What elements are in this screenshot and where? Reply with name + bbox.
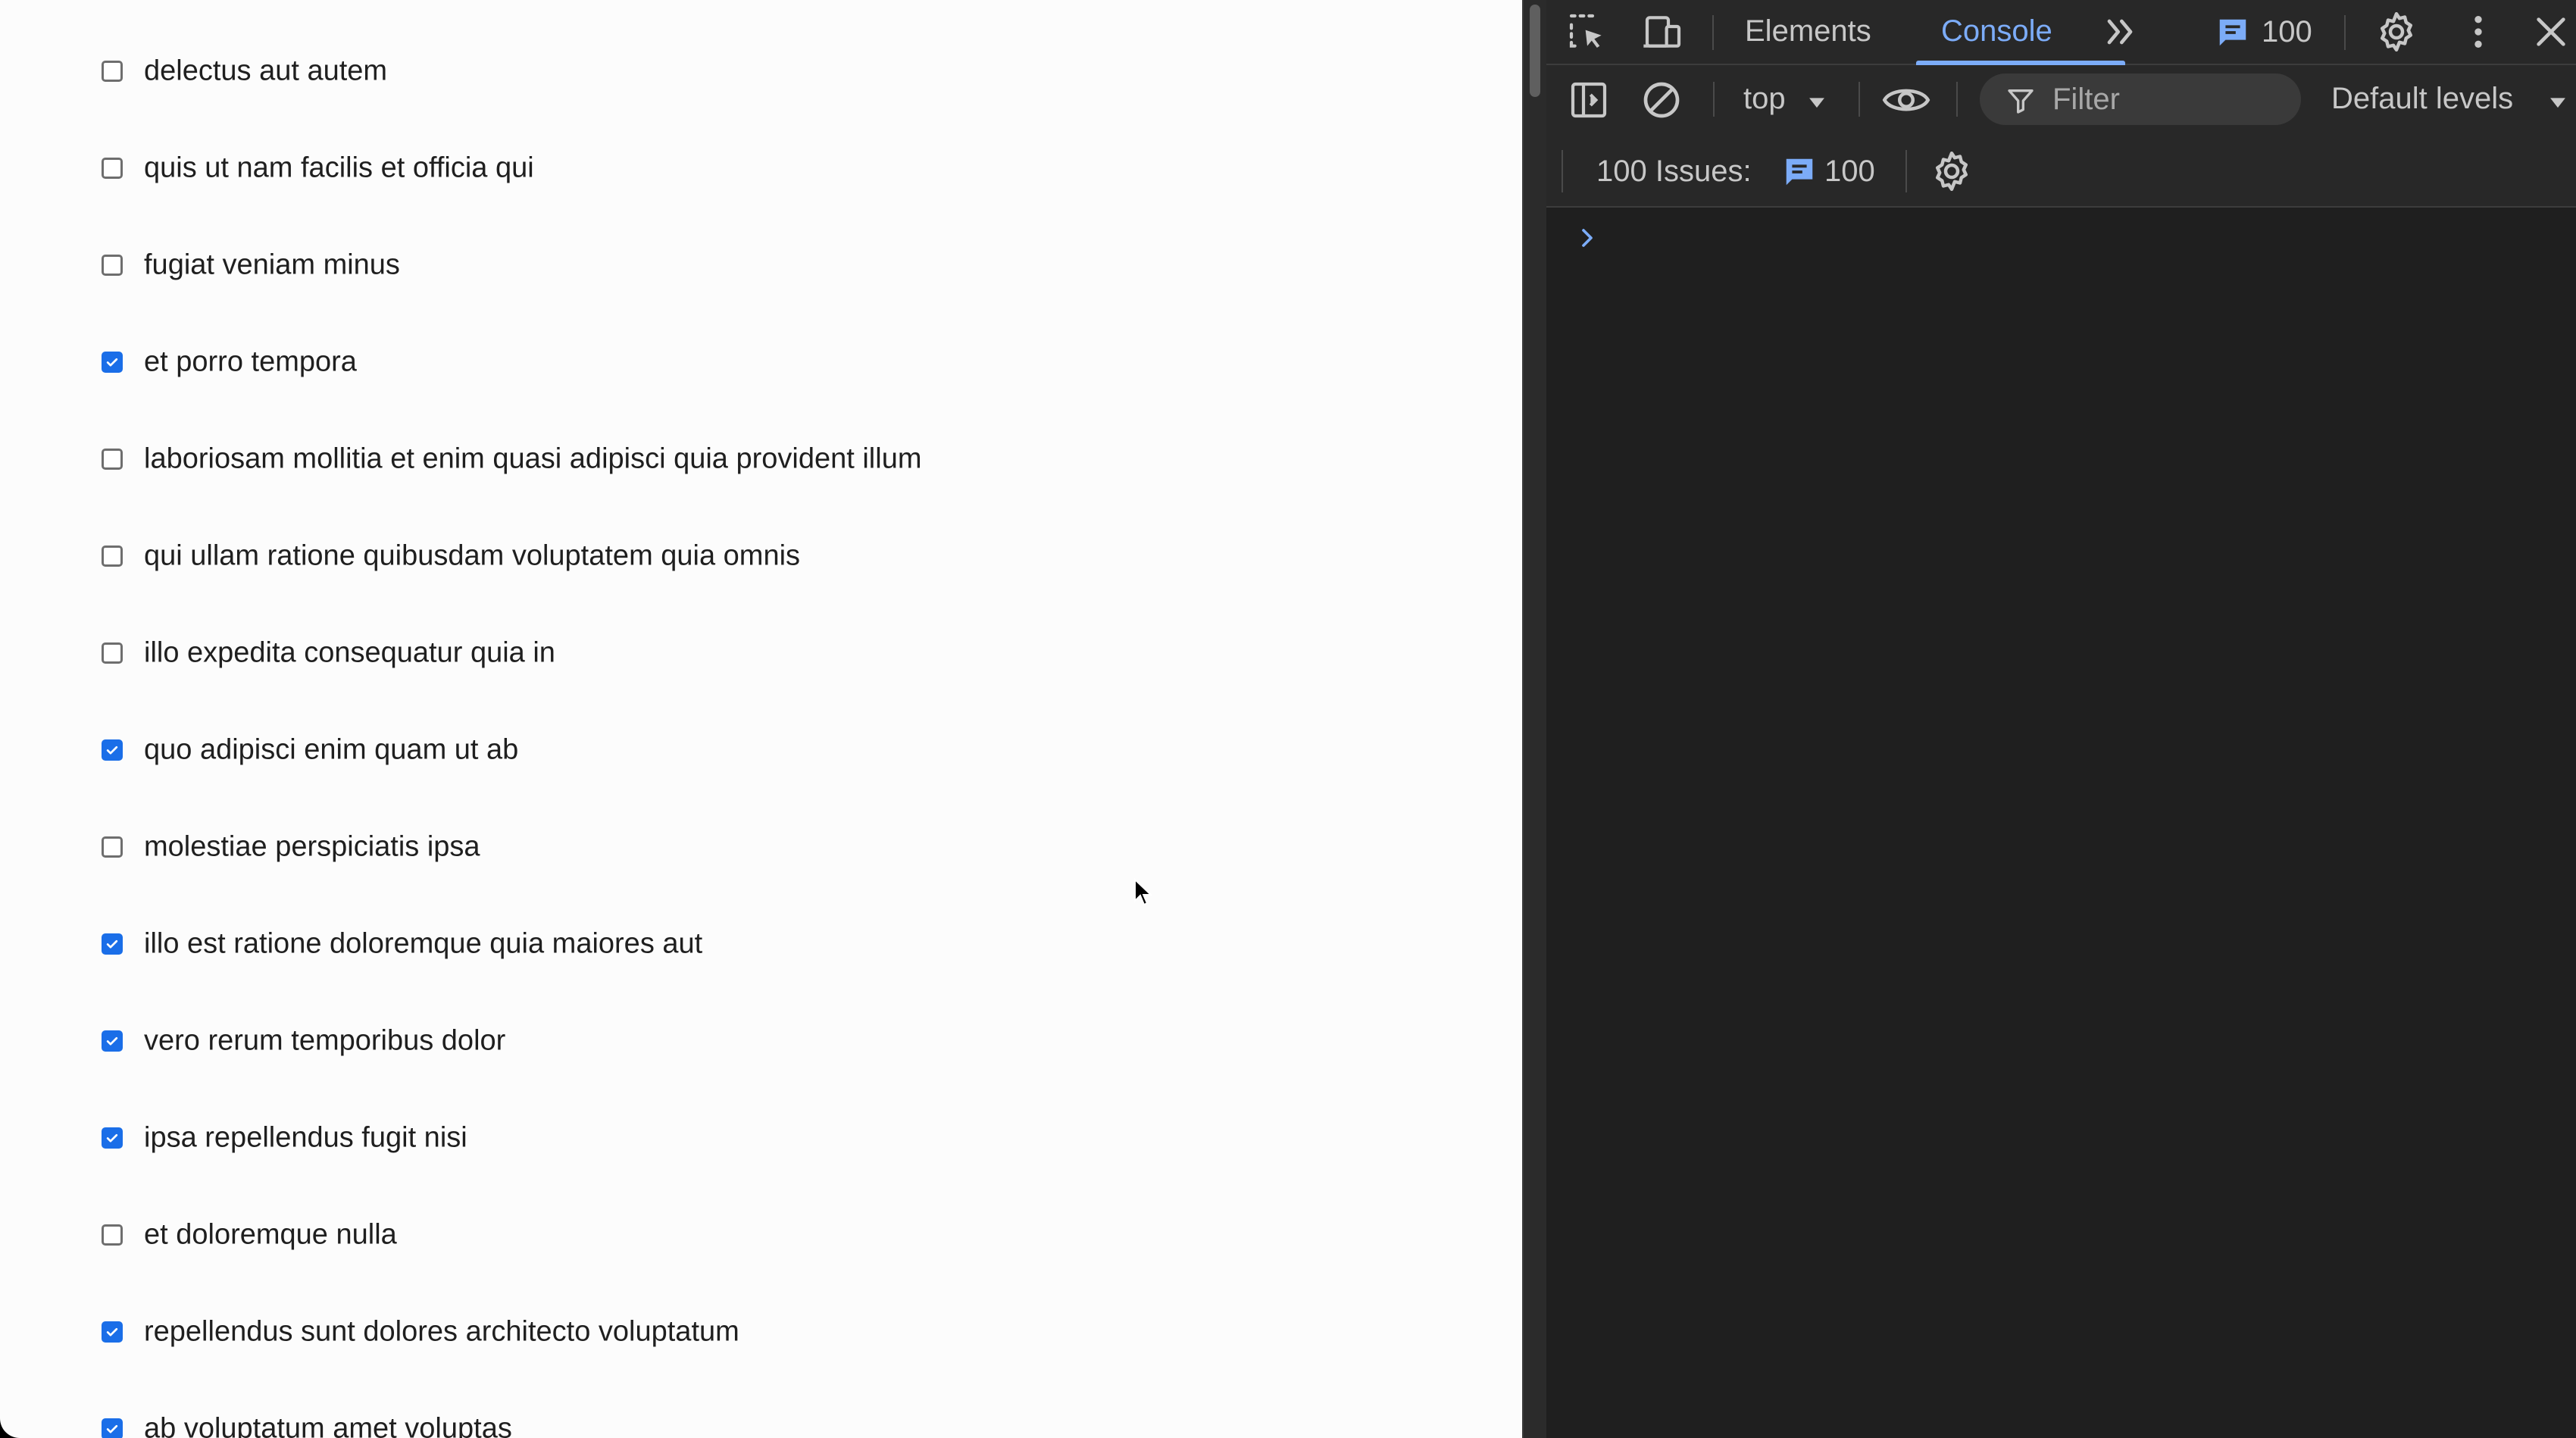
checkmark-icon bbox=[106, 939, 118, 949]
todo-checkbox[interactable] bbox=[102, 1127, 123, 1149]
filter-icon bbox=[2005, 86, 2036, 116]
todo-item[interactable]: quo adipisci enim quam ut ab bbox=[0, 724, 1136, 777]
todo-label: quis ut nam facilis et officia qui bbox=[144, 152, 534, 184]
todo-checkbox[interactable] bbox=[102, 642, 123, 664]
todo-label: et porro tempora bbox=[144, 345, 357, 378]
issues-bar: 100 Issues: 100 bbox=[1546, 135, 2576, 208]
separator bbox=[1713, 82, 1715, 117]
page-scrollbar[interactable] bbox=[1522, 0, 1546, 1438]
todo-item[interactable]: quis ut nam facilis et officia qui bbox=[0, 142, 1136, 195]
checkmark-icon bbox=[106, 1133, 118, 1143]
console-settings-gear-icon[interactable] bbox=[1929, 148, 1974, 194]
console-output[interactable] bbox=[1546, 208, 2576, 1438]
todo-label: illo est ratione doloremque quia maiores… bbox=[144, 927, 703, 960]
dropdown-arrow-icon[interactable] bbox=[1804, 89, 1830, 115]
separator bbox=[2344, 15, 2346, 50]
todo-item[interactable]: illo expedita consequatur quia in bbox=[0, 627, 1136, 680]
devtools-tabbar: Elements Console 100 bbox=[1546, 0, 2576, 65]
devtools-panel: Elements Console 100 top Filter Default … bbox=[1546, 0, 2576, 1438]
todo-checkbox[interactable] bbox=[102, 1224, 123, 1246]
context-selector[interactable]: top bbox=[1743, 82, 1786, 116]
todo-item[interactable]: et doloremque nulla bbox=[0, 1208, 1136, 1261]
sidebar-toggle-icon[interactable] bbox=[1568, 79, 1610, 121]
separator bbox=[1859, 82, 1860, 117]
todo-label: qui ullam ratione quibusdam voluptatem q… bbox=[144, 539, 801, 572]
checkmark-icon bbox=[106, 358, 118, 367]
todo-item[interactable]: qui ullam ratione quibusdam voluptatem q… bbox=[0, 530, 1136, 583]
clear-console-icon[interactable] bbox=[1640, 79, 1683, 121]
checkmark-icon bbox=[106, 746, 118, 755]
scrollbar-thumb[interactable] bbox=[1530, 5, 1540, 97]
todo-item[interactable]: molestiae perspiciatis ipsa bbox=[0, 821, 1136, 874]
todo-checkbox[interactable] bbox=[102, 352, 123, 373]
todo-label: repellendus sunt dolores architecto volu… bbox=[144, 1315, 739, 1348]
issues-message-icon[interactable] bbox=[1782, 155, 1817, 189]
checkmark-icon bbox=[106, 1424, 118, 1433]
todo-checkbox[interactable] bbox=[102, 449, 123, 470]
checkmark-icon bbox=[106, 1327, 118, 1336]
todo-label: ipsa repellendus fugit nisi bbox=[144, 1121, 467, 1154]
todo-checkbox[interactable] bbox=[102, 1030, 123, 1052]
issues-count[interactable]: 100 bbox=[1824, 155, 1875, 189]
todo-label: et doloremque nulla bbox=[144, 1218, 397, 1251]
todo-item[interactable]: fugiat veniam minus bbox=[0, 239, 1136, 292]
todo-checkbox[interactable] bbox=[102, 739, 123, 761]
separator bbox=[1712, 15, 1714, 50]
separator bbox=[1956, 82, 1958, 117]
todo-item[interactable]: vero rerum temporibus dolor bbox=[0, 1014, 1136, 1068]
todo-item[interactable]: delectus aut autem bbox=[0, 45, 1136, 98]
more-options-icon[interactable] bbox=[2457, 11, 2499, 53]
todo-checkbox[interactable] bbox=[102, 546, 123, 567]
close-icon[interactable] bbox=[2530, 11, 2572, 53]
todo-checkbox[interactable] bbox=[102, 1418, 123, 1438]
messages-icon[interactable] bbox=[2215, 15, 2250, 50]
todo-checkbox[interactable] bbox=[102, 158, 123, 179]
dropdown-arrow-icon[interactable] bbox=[2545, 89, 2571, 115]
separator bbox=[1905, 150, 1907, 192]
separator bbox=[1562, 150, 1563, 192]
issues-label[interactable]: 100 Issues: bbox=[1596, 155, 1752, 189]
todo-checkbox[interactable] bbox=[102, 61, 123, 82]
todo-label: illo expedita consequatur quia in bbox=[144, 636, 555, 669]
device-toolbar-icon[interactable] bbox=[1642, 11, 1684, 53]
todo-item[interactable]: ab voluptatum amet voluptas bbox=[0, 1402, 1136, 1438]
messages-count[interactable]: 100 bbox=[2262, 15, 2312, 49]
todo-label: ab voluptatum amet voluptas bbox=[144, 1412, 512, 1438]
todo-checkbox[interactable] bbox=[102, 836, 123, 858]
todo-item[interactable]: illo est ratione doloremque quia maiores… bbox=[0, 918, 1136, 971]
todo-label: molestiae perspiciatis ipsa bbox=[144, 830, 480, 863]
log-levels-selector[interactable]: Default levels bbox=[2331, 82, 2513, 116]
page-viewport: delectus aut autem quis ut nam facilis et… bbox=[0, 0, 1522, 1438]
todo-item[interactable]: ipsa repellendus fugit nisi bbox=[0, 1111, 1136, 1164]
todo-checkbox[interactable] bbox=[102, 1321, 123, 1343]
todo-label: fugiat veniam minus bbox=[144, 249, 400, 281]
tab-elements[interactable]: Elements bbox=[1745, 0, 1871, 65]
todo-item[interactable]: laboriosam mollitia et enim quasi adipis… bbox=[0, 433, 1136, 486]
more-tabs-chevron-icon[interactable] bbox=[2099, 11, 2141, 53]
todo-label: vero rerum temporibus dolor bbox=[144, 1024, 506, 1057]
mouse-cursor-icon bbox=[1134, 878, 1153, 906]
console-prompt-chevron-icon[interactable] bbox=[1572, 223, 1602, 253]
todo-item[interactable]: repellendus sunt dolores architecto volu… bbox=[0, 1305, 1136, 1358]
todo-checkbox[interactable] bbox=[102, 933, 123, 955]
tab-console[interactable]: Console bbox=[1941, 0, 2052, 65]
settings-gear-icon[interactable] bbox=[2374, 9, 2419, 55]
todo-label: delectus aut autem bbox=[144, 55, 388, 87]
checkmark-icon bbox=[106, 1036, 118, 1046]
live-expression-eye-icon[interactable] bbox=[1881, 77, 1931, 123]
todo-label: laboriosam mollitia et enim quasi adipis… bbox=[144, 442, 922, 475]
todo-checkbox[interactable] bbox=[102, 255, 123, 276]
todo-item[interactable]: et porro tempora bbox=[0, 336, 1136, 389]
inspect-element-icon[interactable] bbox=[1566, 11, 1608, 53]
todo-label: quo adipisci enim quam ut ab bbox=[144, 733, 519, 766]
console-toolbar: top Default levels bbox=[1546, 65, 2576, 135]
